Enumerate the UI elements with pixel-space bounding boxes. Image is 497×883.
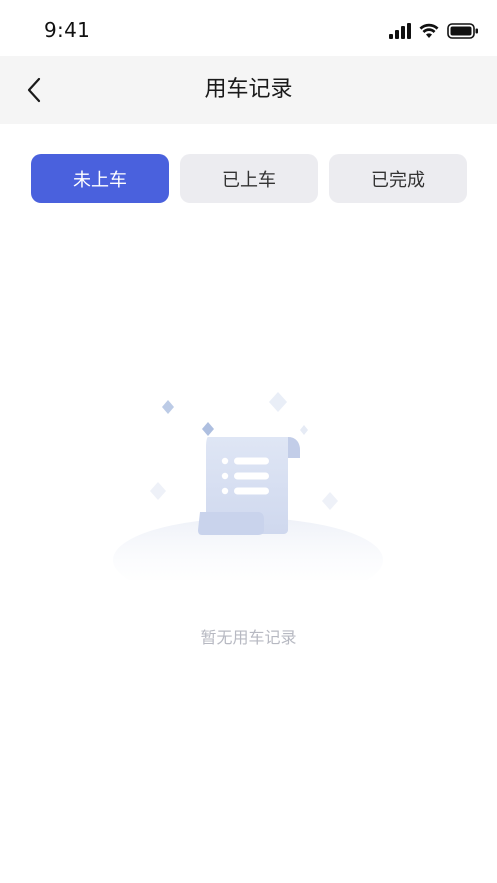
nav-bar: 用车记录: [0, 56, 497, 124]
cellular-signal-icon: [389, 23, 411, 39]
status-tabs: 未上车 已上车 已完成: [31, 154, 467, 203]
tab-boarded[interactable]: 已上车: [180, 154, 318, 203]
tab-completed[interactable]: 已完成: [329, 154, 467, 203]
empty-state-message: 暂无用车记录: [200, 628, 297, 647]
status-bar: 9:41: [0, 0, 497, 56]
battery-icon: [447, 23, 478, 39]
page-title: 用车记录: [204, 77, 293, 102]
status-icons: [389, 20, 479, 42]
tab-not-boarded[interactable]: 未上车: [31, 154, 169, 203]
empty-state-illustration: [108, 380, 388, 602]
status-time: 9:41: [44, 18, 91, 42]
wifi-icon: [419, 23, 439, 38]
